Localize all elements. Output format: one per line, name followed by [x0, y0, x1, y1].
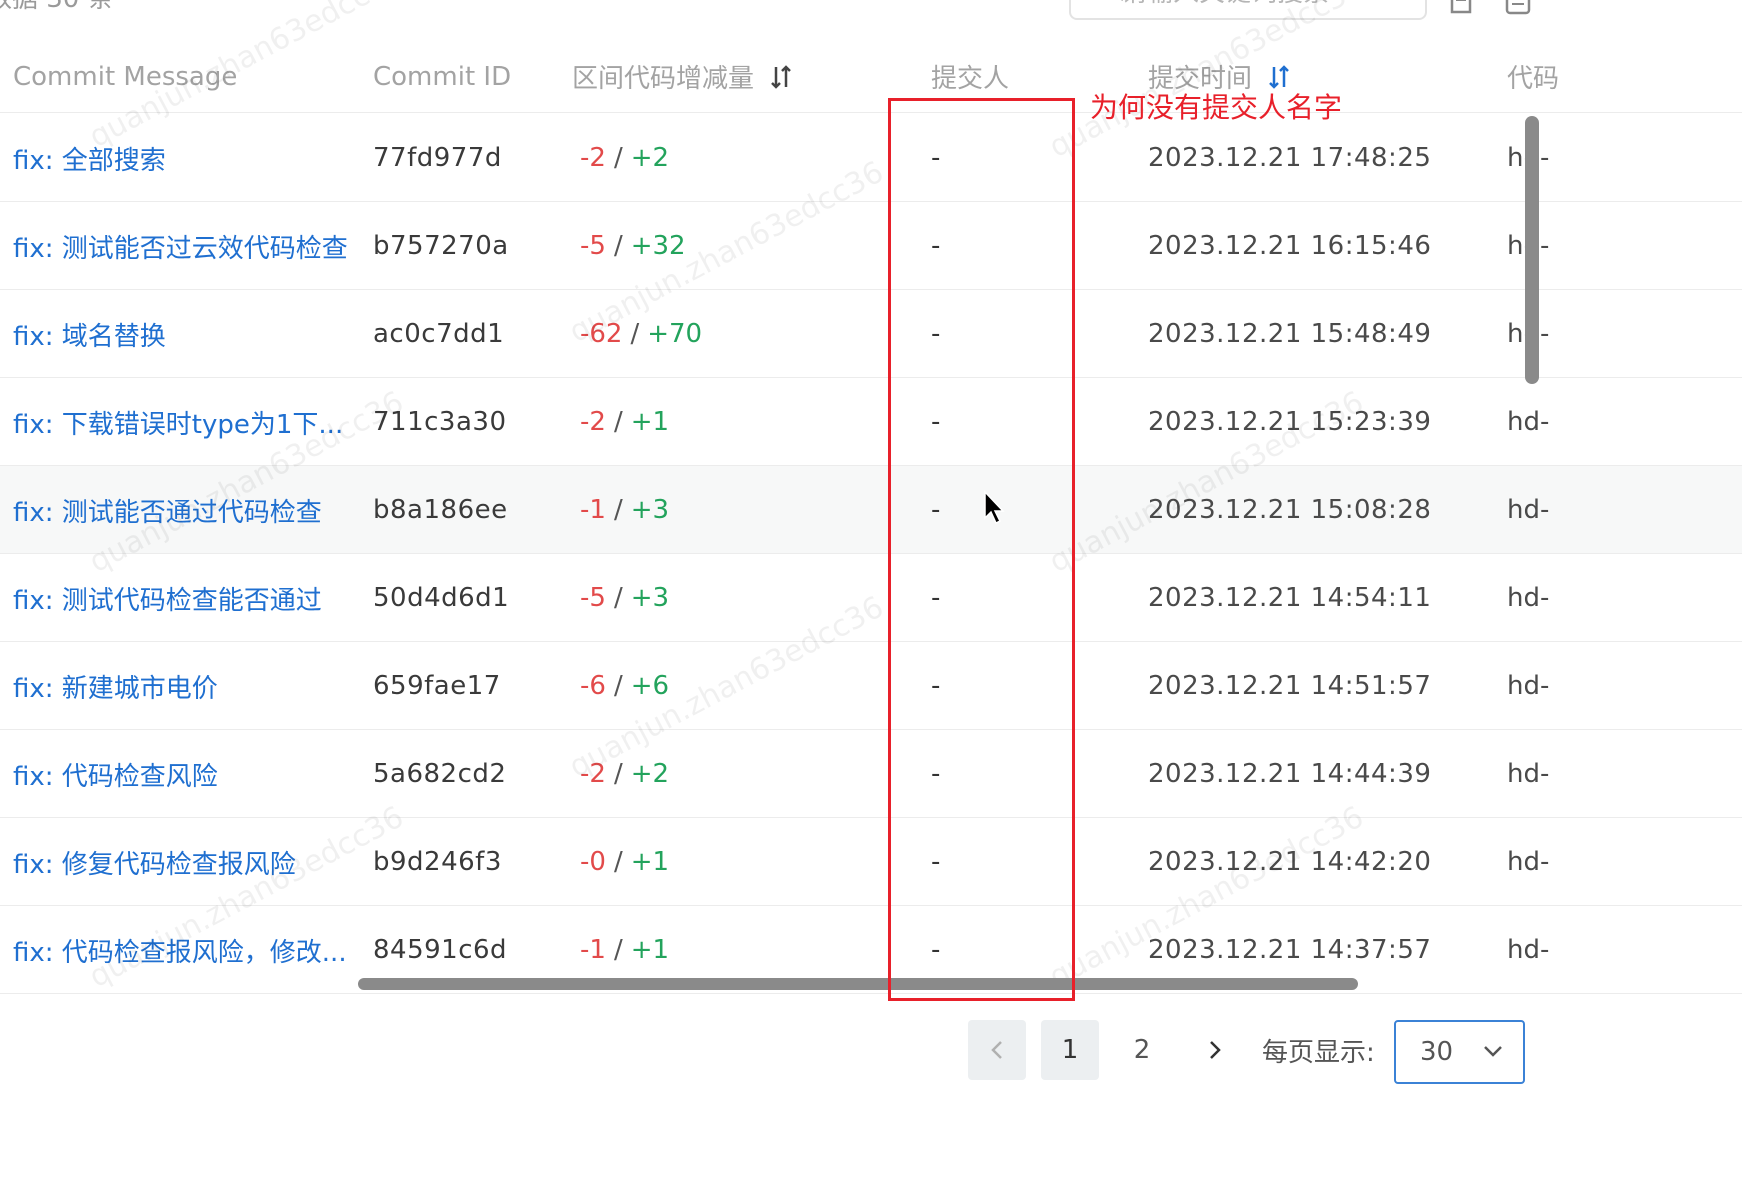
- code-change: -0/+1: [580, 818, 669, 906]
- annotation-text: 为何没有提交人名字: [1090, 91, 1343, 124]
- commit-id: b757270a: [373, 231, 509, 261]
- table-row[interactable]: fix: 新建城市电价 659fae17 -6/+6-2023.12.21 14:5…: [0, 642, 1742, 730]
- chevron-down-icon: [1484, 1046, 1502, 1057]
- commit-message-link[interactable]: fix: 测试代码检查能否通过: [13, 554, 322, 642]
- branch: hd-: [1507, 847, 1550, 877]
- separator: /: [613, 407, 623, 437]
- deletions-count: -1: [580, 495, 606, 525]
- deletions-count: -5: [580, 583, 606, 613]
- deletions-count: -0: [580, 847, 606, 877]
- additions-count: +6: [630, 671, 670, 701]
- commit-message-link[interactable]: fix: 新建城市电价: [13, 642, 218, 730]
- settings-icon[interactable]: [1502, 0, 1534, 18]
- deletions-count: -2: [580, 407, 606, 437]
- branch: hd-: [1507, 407, 1550, 437]
- commit-id: b8a186ee: [373, 495, 508, 525]
- additions-count: +2: [630, 143, 670, 173]
- deletions-count: -2: [580, 143, 606, 173]
- additions-count: +2: [630, 759, 670, 789]
- table-row[interactable]: fix: 域名替换 ac0c7dd1 -62/+70-2023.12.21 15:4…: [0, 290, 1742, 378]
- vertical-scrollbar[interactable]: [1525, 116, 1539, 384]
- annotation-box: [888, 98, 1075, 1001]
- commit-time: 2023.12.21 17:48:25: [1148, 143, 1432, 173]
- page-button-1[interactable]: 1: [1041, 1020, 1099, 1080]
- code-change: -5/+3: [580, 554, 669, 642]
- page-button-2[interactable]: 2: [1113, 1020, 1171, 1080]
- commit-id: 659fae17: [373, 671, 501, 701]
- table-row[interactable]: fix: 测试能否过云效代码检查 b757270a -5/+32-2023.12.2…: [0, 202, 1742, 290]
- pagination: 1 2 每页显示: 30: [0, 1000, 1742, 1188]
- separator: /: [613, 143, 623, 173]
- column-header-code-change[interactable]: 区间代码增减量: [572, 40, 792, 113]
- branch: hd-: [1507, 495, 1550, 525]
- table-row[interactable]: fix: 代码检查风险 5a682cd2 -2/+2-2023.12.21 14:4…: [0, 730, 1742, 818]
- commit-message-link[interactable]: fix: 代码检查风险: [13, 730, 218, 818]
- commit-message-link[interactable]: fix: 测试能否过云效代码检查: [13, 202, 348, 290]
- commit-time: 2023.12.21 14:51:57: [1148, 671, 1432, 701]
- additions-count: +3: [630, 495, 670, 525]
- additions-count: +32: [630, 231, 686, 261]
- mouse-cursor-icon: [984, 490, 1005, 525]
- separator: /: [613, 847, 623, 877]
- code-change: -2/+2: [580, 114, 669, 202]
- commit-time: 2023.12.21 14:54:11: [1148, 583, 1432, 613]
- additions-count: +1: [630, 847, 670, 877]
- commit-id: ac0c7dd1: [373, 319, 505, 349]
- branch: hd-: [1507, 759, 1550, 789]
- table-row[interactable]: fix: 下载错误时type为1下... 711c3a30 -2/+1-2023.1…: [0, 378, 1742, 466]
- chevron-right-icon: [1210, 1041, 1221, 1059]
- commit-time: 2023.12.21 14:44:39: [1148, 759, 1432, 789]
- additions-count: +1: [630, 935, 670, 965]
- code-change: -2/+1: [580, 378, 669, 466]
- prev-page-button[interactable]: [968, 1020, 1026, 1080]
- deletions-count: -5: [580, 231, 606, 261]
- deletions-count: -1: [580, 935, 606, 965]
- branch: hd-: [1507, 583, 1550, 613]
- page-size-select[interactable]: 30: [1394, 1020, 1525, 1084]
- commit-id: 50d4d6d1: [373, 583, 510, 613]
- next-page-button[interactable]: [1186, 1020, 1244, 1080]
- search-box[interactable]: [1069, 0, 1427, 20]
- additions-count: +70: [647, 319, 703, 349]
- sort-icon[interactable]: [770, 64, 792, 90]
- commit-time: 2023.12.21 15:48:49: [1148, 319, 1432, 349]
- branch: hd-: [1507, 935, 1550, 965]
- separator: /: [613, 495, 623, 525]
- code-change: -1/+3: [580, 466, 669, 554]
- commit-time: 2023.12.21 16:15:46: [1148, 231, 1432, 261]
- additions-count: +1: [630, 407, 670, 437]
- record-count: 数据 30 条: [0, 0, 114, 15]
- separator: /: [613, 231, 623, 261]
- column-header-commit-id: Commit ID: [373, 61, 512, 92]
- additions-count: +3: [630, 583, 670, 613]
- page-size-value: 30: [1420, 1037, 1454, 1067]
- horizontal-scrollbar[interactable]: [358, 978, 1358, 990]
- separator: /: [613, 583, 623, 613]
- commit-list-page: { "toolbar": { "count_text": "数据 30 条", …: [0, 0, 1742, 1188]
- separator: /: [613, 935, 623, 965]
- commit-message-link[interactable]: fix: 域名替换: [13, 290, 166, 378]
- chevron-left-icon: [991, 1041, 1002, 1059]
- commit-id: 77fd977d: [373, 143, 502, 173]
- branch: hd-: [1507, 671, 1550, 701]
- deletions-count: -6: [580, 671, 606, 701]
- separator: /: [630, 319, 640, 349]
- page-size-label: 每页显示:: [1262, 1037, 1375, 1068]
- copy-icon[interactable]: [1446, 0, 1478, 18]
- column-header-branch: 代码: [1507, 64, 1560, 94]
- separator: /: [613, 671, 623, 701]
